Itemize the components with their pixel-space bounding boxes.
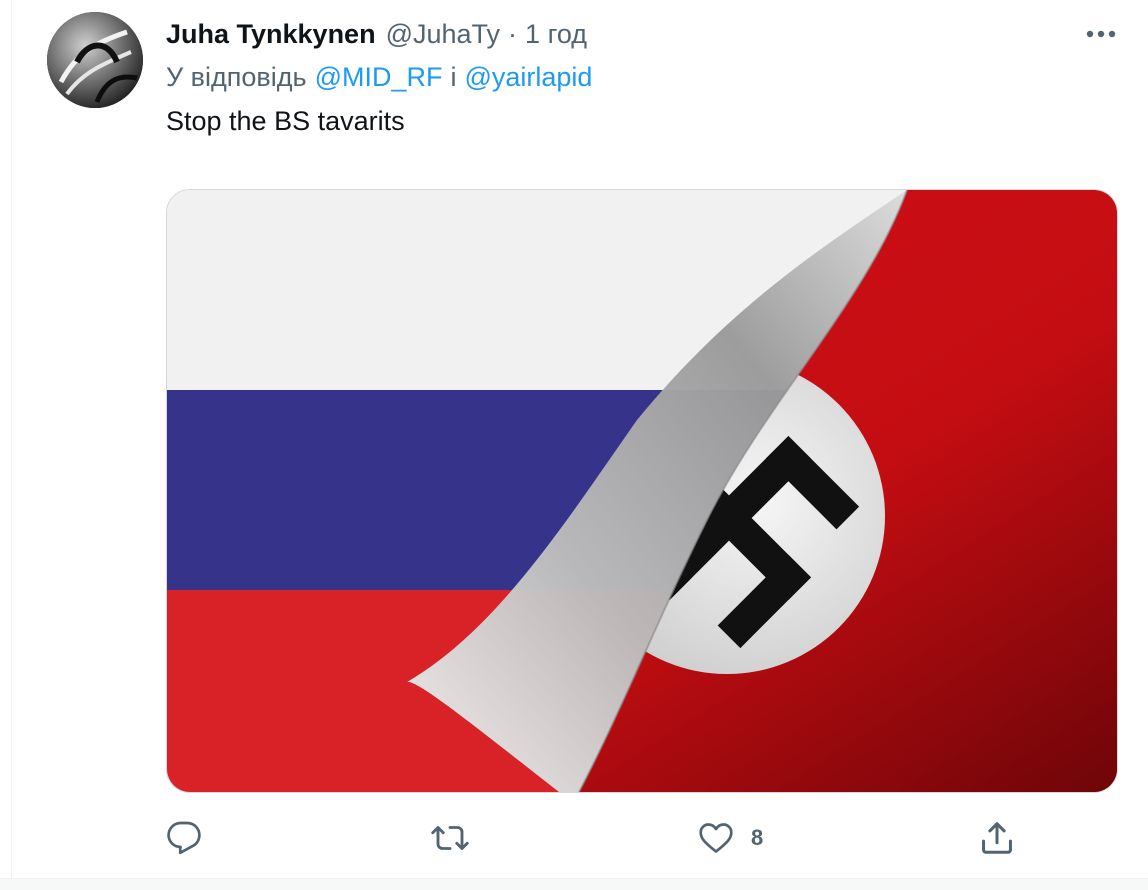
- reply-context: У відповідь @MID_RF і @yairlapid: [166, 57, 592, 97]
- reply-prefix: У відповідь: [166, 61, 307, 92]
- share-action: [978, 812, 1032, 864]
- avatar[interactable]: [47, 12, 143, 108]
- reply-conjunction: і: [450, 61, 457, 92]
- flag-image: [167, 190, 1117, 792]
- author-handle[interactable]: @JuhaTy: [386, 19, 500, 50]
- timeline-border: [11, 0, 12, 878]
- share-icon: [982, 822, 1012, 854]
- like-button[interactable]: 8: [697, 820, 763, 856]
- tweet-media[interactable]: [166, 189, 1118, 793]
- reply-button[interactable]: [166, 820, 218, 856]
- more-horizontal-icon: [1086, 30, 1116, 38]
- retweet-button[interactable]: [430, 820, 486, 856]
- more-button[interactable]: [1080, 18, 1122, 50]
- share-button[interactable]: [978, 819, 1032, 857]
- avatar-image: [47, 12, 143, 108]
- like-count: 8: [751, 825, 764, 850]
- tweet-page: Juha Tynkkynen @JuhaTy · 1 год У відпові…: [0, 0, 1148, 890]
- header-separator: ·: [508, 18, 518, 49]
- tweet-text: Stop the BS tavarits: [166, 105, 405, 136]
- retweet-icon: [431, 826, 469, 850]
- reply-action: [166, 812, 218, 864]
- mention-link[interactable]: @yairlapid: [464, 62, 592, 93]
- reply-icon: [167, 821, 201, 855]
- tweet-timestamp[interactable]: 1 год: [525, 19, 587, 50]
- tweet-header: Juha Tynkkynen @JuhaTy · 1 год: [166, 14, 587, 54]
- retweet-action: [430, 812, 486, 864]
- heart-icon: [699, 823, 733, 853]
- author-name[interactable]: Juha Tynkkynen: [166, 19, 376, 50]
- bottom-divider: [0, 878, 1148, 890]
- mention-link[interactable]: @MID_RF: [315, 62, 443, 93]
- like-action: 8: [697, 812, 763, 864]
